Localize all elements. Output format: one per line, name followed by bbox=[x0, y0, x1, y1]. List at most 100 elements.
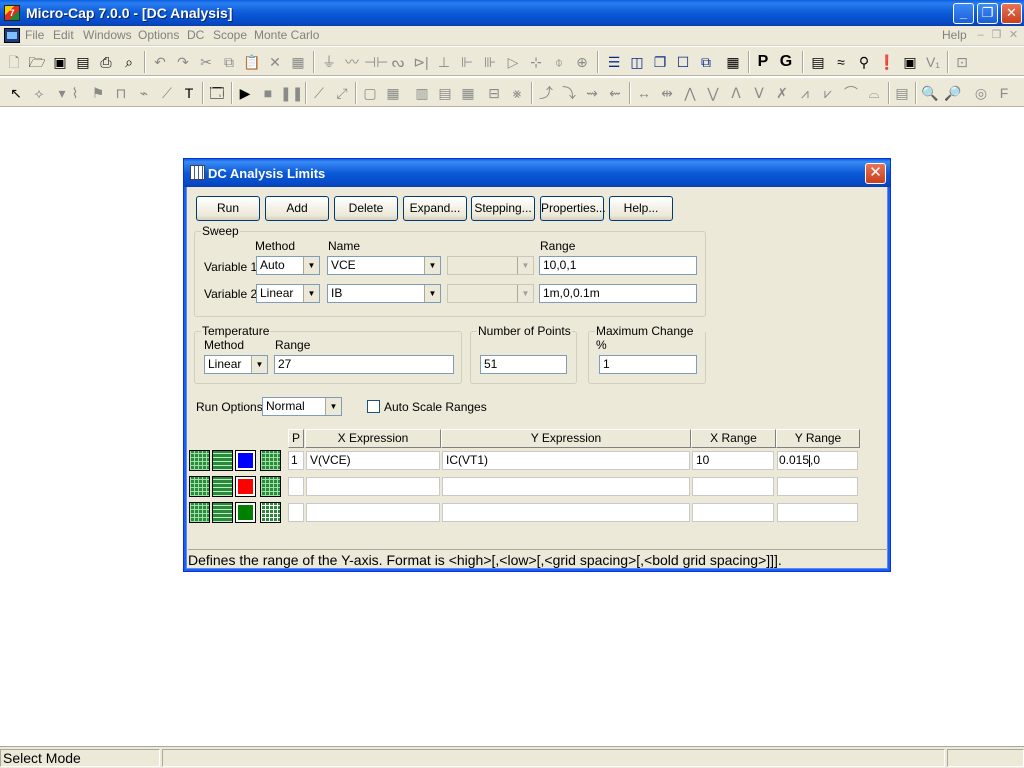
select-mode-icon[interactable]: ↖ bbox=[5, 82, 27, 104]
save-all-icon[interactable]: ▤ bbox=[72, 51, 94, 73]
row-1-x-range-input[interactable]: 10 bbox=[692, 451, 774, 470]
stop-icon[interactable]: ■ bbox=[257, 82, 279, 104]
properties-button[interactable]: Properties... bbox=[540, 196, 606, 221]
row-1-y-expression-input[interactable]: IC(VT1) bbox=[442, 451, 690, 470]
curve-color-button[interactable] bbox=[235, 476, 256, 497]
mark-icon[interactable]: ✗ bbox=[771, 82, 793, 104]
plot-grid-toggle-icon[interactable] bbox=[189, 450, 210, 471]
probe-icon[interactable]: ⚲ bbox=[853, 51, 875, 73]
menu-file[interactable]: File bbox=[25, 28, 44, 42]
row-2-y-range-input[interactable] bbox=[777, 477, 858, 496]
print-preview-icon[interactable]: ⌕ bbox=[118, 51, 140, 73]
chevron-down-icon[interactable]: ▼ bbox=[251, 356, 267, 373]
zoom-fit-icon[interactable]: ⊡ bbox=[951, 51, 973, 73]
rows-icon[interactable]: ▤ bbox=[434, 82, 456, 104]
run-options-select[interactable]: Normal ▼ bbox=[262, 397, 342, 416]
text-mode-icon[interactable]: T bbox=[178, 82, 200, 104]
auto-scale-ranges-checkbox[interactable] bbox=[367, 400, 380, 413]
g-button[interactable]: G bbox=[775, 51, 797, 73]
point-icon[interactable]: ⩗ bbox=[817, 82, 839, 104]
diagonal-icon[interactable]: ⤢ bbox=[331, 82, 353, 104]
expand-button[interactable]: Expand... bbox=[403, 196, 467, 221]
variable-2-method-select[interactable]: Linear ▼ bbox=[256, 284, 320, 303]
tile-horizontal-icon[interactable]: ☰ bbox=[603, 51, 625, 73]
cut-icon[interactable]: ✂ bbox=[195, 51, 217, 73]
menu-options[interactable]: Options bbox=[138, 28, 179, 42]
f-button[interactable]: F bbox=[993, 82, 1015, 104]
paste-icon[interactable]: 📋 bbox=[241, 51, 263, 73]
menu-windows[interactable]: Windows bbox=[83, 28, 132, 42]
axis-icon[interactable]: ▤ bbox=[891, 82, 913, 104]
temperature-range-input[interactable]: 27 bbox=[274, 355, 454, 374]
component-list-icon[interactable]: ▤ bbox=[807, 51, 829, 73]
chevron-down-icon[interactable]: ▼ bbox=[424, 257, 440, 274]
top-icon[interactable]: ᐱ bbox=[725, 82, 747, 104]
source-icon[interactable]: ⌽ bbox=[548, 51, 570, 73]
global-high-icon[interactable]: ⋀ bbox=[679, 82, 701, 104]
row-3-x-range-input[interactable] bbox=[692, 503, 774, 522]
high-icon[interactable]: ⇝ bbox=[581, 82, 603, 104]
text-icon[interactable]: V₁ bbox=[922, 51, 944, 73]
period-icon[interactable]: ⌒ bbox=[840, 82, 862, 104]
copy-icon[interactable]: ⧉ bbox=[218, 51, 240, 73]
row-3-y-range-input[interactable] bbox=[777, 503, 858, 522]
diode-icon[interactable]: ⊳| bbox=[410, 51, 432, 73]
undo-icon[interactable]: ↶ bbox=[149, 51, 171, 73]
redo-icon[interactable]: ↷ bbox=[172, 51, 194, 73]
inflection-icon[interactable]: ↔ bbox=[633, 82, 655, 104]
frequency-icon[interactable]: ⌓ bbox=[863, 82, 885, 104]
row-2-x-expression-input[interactable] bbox=[306, 477, 440, 496]
print-icon[interactable]: ⎙ bbox=[95, 51, 117, 73]
zoom-out-icon[interactable]: 🔎 bbox=[942, 82, 964, 104]
main-title-bar[interactable]: 7 Micro-Cap 7.0.0 - [DC Analysis] _ ❐ ✕ bbox=[0, 0, 1024, 26]
bus-icon[interactable]: ⌇ bbox=[64, 82, 86, 104]
properties-icon[interactable]: 🗔 bbox=[206, 82, 228, 104]
run-icon[interactable]: ▶ bbox=[234, 82, 256, 104]
waveform-icon[interactable]: ≈ bbox=[830, 51, 852, 73]
current-source-icon[interactable]: ⊕ bbox=[571, 51, 593, 73]
p-button[interactable]: P bbox=[752, 51, 774, 73]
resistor-icon[interactable]: 〰 bbox=[341, 51, 363, 73]
cascade-icon[interactable]: ❐ bbox=[649, 51, 671, 73]
opamp-icon[interactable]: ▷ bbox=[502, 51, 524, 73]
delete-button[interactable]: Delete bbox=[334, 196, 398, 221]
mdi-close-icon[interactable]: ✕ bbox=[1007, 29, 1020, 41]
row-3-x-expression-input[interactable] bbox=[306, 503, 440, 522]
row-3-y-expression-input[interactable] bbox=[442, 503, 690, 522]
dialog-title-bar[interactable]: DC Analysis Limits ✕ bbox=[184, 159, 890, 187]
slope-icon[interactable]: ⇹ bbox=[656, 82, 678, 104]
plot-grid-toggle-icon[interactable] bbox=[189, 502, 210, 523]
chevron-down-icon[interactable]: ▼ bbox=[424, 285, 440, 302]
overlap-icon[interactable]: ⧉ bbox=[695, 51, 717, 73]
plot-group-toggle-icon[interactable] bbox=[260, 450, 281, 471]
row-1-x-expression-input[interactable]: V(VCE) bbox=[306, 451, 440, 470]
row-3-p-input[interactable] bbox=[288, 503, 304, 522]
minimize-button[interactable]: _ bbox=[953, 3, 974, 24]
row-1-p-input[interactable]: 1 bbox=[288, 451, 304, 470]
menu-dc[interactable]: DC bbox=[187, 28, 204, 42]
low-icon[interactable]: ⇜ bbox=[604, 82, 626, 104]
plot-group-toggle-icon[interactable] bbox=[260, 502, 281, 523]
scale-icon[interactable]: ◎ bbox=[970, 82, 992, 104]
inductor-icon[interactable]: ᔓ bbox=[387, 51, 409, 73]
auto-scale-ranges-label[interactable]: Auto Scale Ranges bbox=[384, 400, 487, 414]
open-icon[interactable]: 🗁 bbox=[26, 51, 48, 73]
variable-1-method-select[interactable]: Auto ▼ bbox=[256, 256, 320, 275]
grid-icon[interactable]: ▢ bbox=[359, 82, 381, 104]
plot-grid-toggle-icon[interactable] bbox=[189, 476, 210, 497]
plot-lines-toggle-icon[interactable] bbox=[212, 450, 233, 471]
add-button[interactable]: Add bbox=[265, 196, 329, 221]
cursor-icon[interactable]: ⨳ bbox=[506, 82, 528, 104]
plot-lines-toggle-icon[interactable] bbox=[212, 502, 233, 523]
variable-2-name-select[interactable]: IB ▼ bbox=[327, 284, 441, 303]
menu-monte-carlo[interactable]: Monte Carlo bbox=[254, 28, 319, 42]
help-button[interactable]: Help... bbox=[609, 196, 673, 221]
pause-icon[interactable]: ❚❚ bbox=[280, 82, 303, 104]
chevron-down-icon[interactable]: ▼ bbox=[303, 285, 319, 302]
stepping-button[interactable]: Stepping... bbox=[471, 196, 535, 221]
ground-icon[interactable]: ⏚ bbox=[318, 51, 340, 73]
peak-icon[interactable]: ⤴ bbox=[535, 82, 557, 104]
select-all-icon[interactable]: ▦ bbox=[287, 51, 309, 73]
columns-icon[interactable]: ▥ bbox=[411, 82, 433, 104]
document-system-icon[interactable] bbox=[4, 28, 20, 43]
